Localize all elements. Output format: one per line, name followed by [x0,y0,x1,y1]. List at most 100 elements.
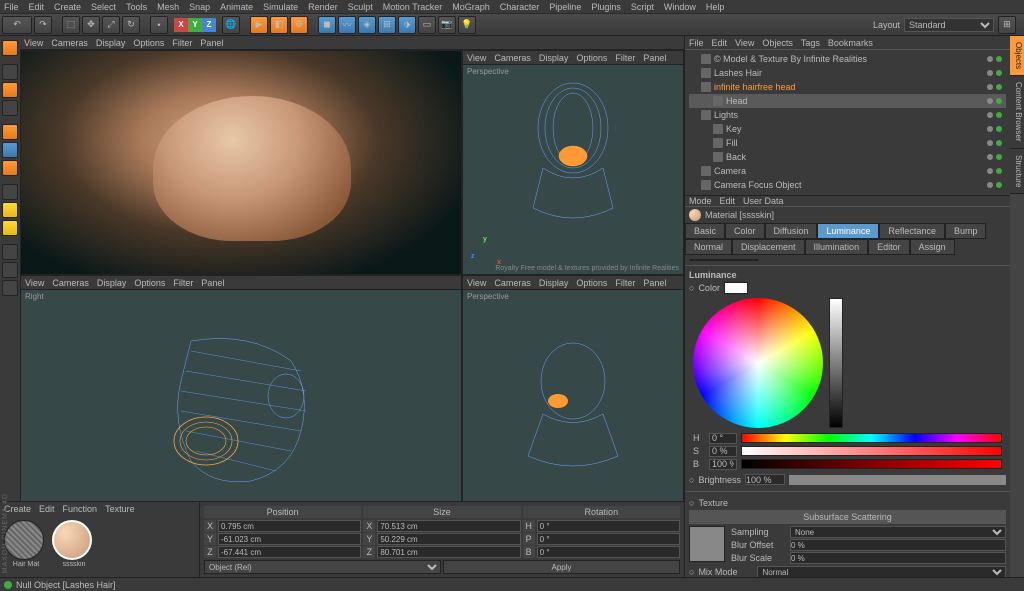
bri-gradient[interactable] [741,459,1002,469]
object-row[interactable]: © Model & Texture By Infinite Realities [689,52,1006,66]
menu-create[interactable]: Create [54,2,81,12]
recent-tool-button[interactable]: • [150,16,168,34]
object-row[interactable]: Head [689,94,1006,108]
channel-tab-color[interactable]: Color [725,223,765,239]
model-mode-button[interactable] [2,64,18,80]
viewport-top-left[interactable] [20,50,462,275]
channel-tab-displacement[interactable]: Displacement [732,239,805,255]
scale-button[interactable]: ⤢ [102,16,120,34]
structure-tab[interactable]: Structure [1010,149,1024,194]
channel-tab-editor[interactable]: Editor [868,239,910,255]
sat-field[interactable] [709,446,737,457]
redo-button[interactable]: ↷ [34,16,52,34]
menu-snap[interactable]: Snap [189,2,210,12]
edge-mode-button[interactable] [2,142,18,158]
material-preview[interactable] [689,259,759,261]
light-button[interactable]: 💡 [458,16,476,34]
point-mode-button[interactable] [2,124,18,140]
object-row[interactable]: Key [689,122,1006,136]
menu-motion-tracker[interactable]: Motion Tracker [383,2,443,12]
layout-config-icon[interactable]: ⊞ [998,16,1016,34]
menu-animate[interactable]: Animate [220,2,253,12]
cube-button[interactable]: ◼ [318,16,336,34]
texture-type-header[interactable]: Subsurface Scattering [689,510,1006,524]
tweak-mode-button[interactable] [2,202,18,218]
render-view-button[interactable]: ▶ [250,16,268,34]
render-pv-button[interactable]: ◧ [270,16,288,34]
menu-script[interactable]: Script [631,2,654,12]
object-row[interactable]: Camera Focus Object [689,178,1006,192]
object-row[interactable]: infinite hairfree head [689,80,1006,94]
object-row[interactable]: Lashes Hair [689,66,1006,80]
blur-offset-field[interactable] [790,539,1006,551]
poly-mode-button[interactable] [2,160,18,176]
material-item[interactable]: Hair Mat [4,520,48,568]
floor-button[interactable]: ▭ [418,16,436,34]
render-settings-button[interactable]: ⚙ [290,16,308,34]
channel-tab-normal[interactable]: Normal [685,239,732,255]
object-manager-menu[interactable]: FileEditViewObjectsTagsBookmarks [685,36,1010,50]
layout-select[interactable]: Standard [904,18,994,32]
brightness-track[interactable] [789,475,1006,485]
sat-gradient[interactable] [741,446,1002,456]
brightness-slider[interactable] [829,298,843,428]
snap-button[interactable] [2,220,18,236]
content-browser-tab[interactable]: Content Browser [1010,76,1024,149]
object-row[interactable]: Lights [689,108,1006,122]
menu-window[interactable]: Window [664,2,696,12]
bri-field[interactable] [709,459,737,470]
object-row[interactable]: Back [689,150,1006,164]
make-editable-button[interactable] [2,40,18,56]
camera-button[interactable]: 📷 [438,16,456,34]
menu-mesh[interactable]: Mesh [157,2,179,12]
spline-button[interactable]: 〰 [338,16,356,34]
menu-help[interactable]: Help [706,2,725,12]
blur-scale-field[interactable] [790,552,1006,564]
menu-select[interactable]: Select [91,2,116,12]
object-row[interactable]: Camera [689,164,1006,178]
channel-tab-assign[interactable]: Assign [910,239,955,255]
coord-system-button[interactable]: 🌐 [222,16,240,34]
menu-simulate[interactable]: Simulate [263,2,298,12]
material-item[interactable]: sssskin [52,520,96,568]
array-button[interactable]: ⊞ [378,16,396,34]
axis-mode-button[interactable] [2,184,18,200]
workplane-x-button[interactable] [2,244,18,260]
menu-edit[interactable]: Edit [29,2,45,12]
viewport-menubar-main[interactable]: ViewCamerasDisplayOptionsFilterPanel [20,36,684,50]
menu-mograph[interactable]: MoGraph [452,2,490,12]
menu-pipeline[interactable]: Pipeline [549,2,581,12]
axis-lock[interactable]: XYZ [174,18,216,32]
channel-tab-illumination[interactable]: Illumination [805,239,869,255]
rotate-button[interactable]: ↻ [122,16,140,34]
attribute-manager-menu[interactable]: ModeEditUser Data [685,196,1010,207]
undo-button[interactable]: ↶ [2,16,32,34]
menu-sculpt[interactable]: Sculpt [348,2,373,12]
channel-tab-luminance[interactable]: Luminance [817,223,879,239]
channel-tab-bump[interactable]: Bump [945,223,987,239]
move-button[interactable]: ✥ [82,16,100,34]
workplane-mode-button[interactable] [2,100,18,116]
channel-tabs[interactable]: BasicColorDiffusionLuminanceReflectanceB… [685,223,1010,255]
menu-plugins[interactable]: Plugins [591,2,621,12]
material-manager-menu[interactable]: CreateEditFunctionTexture [0,502,199,516]
menu-render[interactable]: Render [308,2,338,12]
channel-tab-basic[interactable]: Basic [685,223,725,239]
coord-mode-select[interactable]: Object (Rel) [204,560,441,574]
objects-tab[interactable]: Objects [1010,36,1024,76]
mix-mode-select[interactable]: Normal [757,566,1006,577]
object-row[interactable]: Fill [689,136,1006,150]
viewport-top-right[interactable]: ViewCamerasDisplayOptionsFilterPanel Per… [462,50,684,275]
color-swatch[interactable] [724,282,748,294]
menu-file[interactable]: File [4,2,19,12]
deformer-button[interactable]: ⬗ [398,16,416,34]
channel-tab-diffusion[interactable]: Diffusion [765,223,818,239]
color-wheel[interactable] [693,298,823,428]
hue-gradient[interactable] [741,433,1002,443]
menu-character[interactable]: Character [500,2,540,12]
live-select-button[interactable]: ⬚ [62,16,80,34]
menu-tools[interactable]: Tools [126,2,147,12]
object-tree[interactable]: © Model & Texture By Infinite RealitiesL… [685,50,1010,194]
main-menubar[interactable]: File Edit Create Select Tools Mesh Snap Animate… [0,0,1024,14]
workplane-z-button[interactable] [2,280,18,296]
